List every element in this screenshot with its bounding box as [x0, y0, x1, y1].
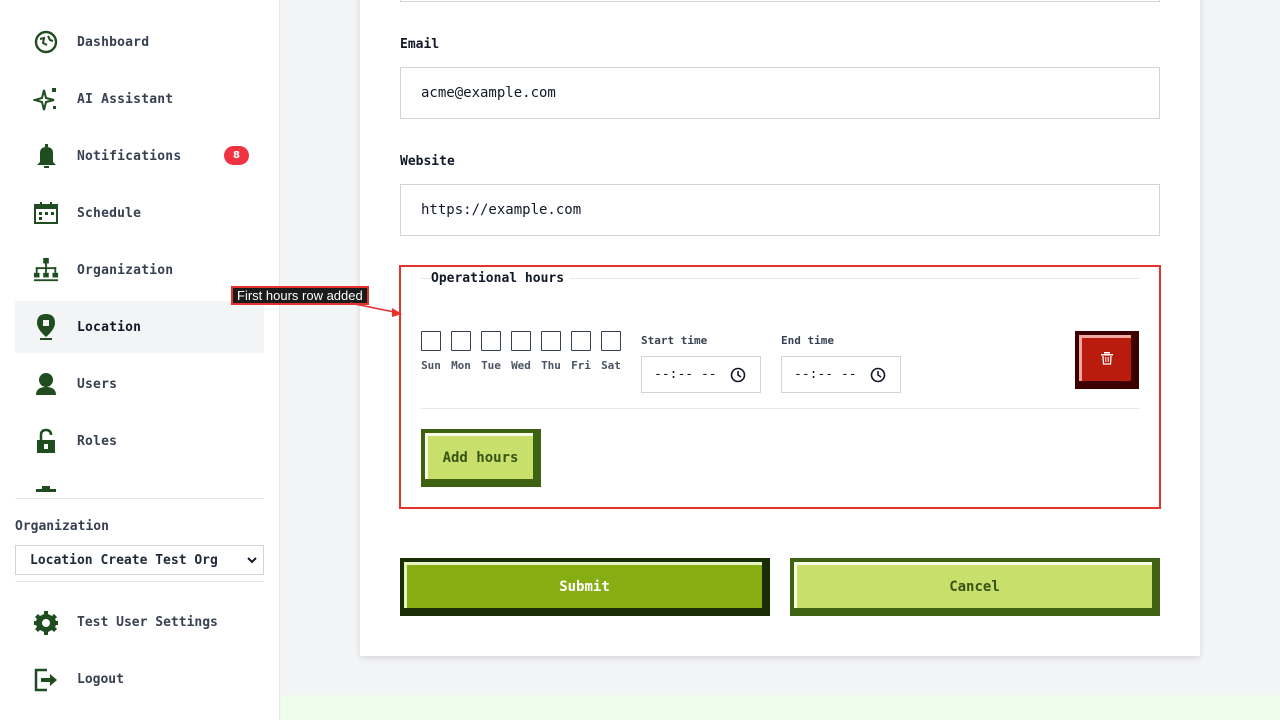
- sidebar-item-label: Test User Settings: [77, 615, 218, 630]
- organization-select[interactable]: Location Create Test Org: [15, 545, 264, 575]
- sidebar-item-label: Schedule: [77, 205, 142, 221]
- day-checkbox-mon[interactable]: Mon: [448, 331, 474, 372]
- clock-icon[interactable]: [730, 367, 746, 387]
- sidebar-divider: [15, 498, 264, 499]
- submit-label: Submit: [404, 562, 762, 608]
- sidebar-item-dashboard[interactable]: Dashboard: [15, 16, 264, 68]
- start-time-value: --:-- --: [654, 367, 717, 382]
- email-value: acme@example.com: [421, 85, 556, 101]
- sidebar-item-partial[interactable]: [15, 472, 264, 498]
- footer-strip: [281, 695, 1280, 720]
- sidebar-item-ai-assistant[interactable]: AI Assistant: [15, 73, 264, 125]
- website-value: https://example.com: [421, 202, 582, 218]
- organization-selected-value: Location Create Test Org: [30, 552, 218, 568]
- checkbox[interactable]: [451, 331, 471, 351]
- clock-icon[interactable]: [870, 367, 886, 387]
- checkbox[interactable]: [511, 331, 531, 351]
- day-checkbox-thu[interactable]: Thu: [538, 331, 564, 372]
- checkbox[interactable]: [571, 331, 591, 351]
- sidebar-item-label: Logout: [77, 672, 124, 687]
- sidebar-item-settings[interactable]: Test User Settings: [15, 597, 264, 649]
- checkbox[interactable]: [601, 331, 621, 351]
- start-time-input[interactable]: --:-- --: [641, 356, 761, 393]
- bell-icon: [33, 143, 59, 169]
- add-hours-label: Add hours: [425, 433, 533, 479]
- website-field[interactable]: https://example.com: [400, 184, 1160, 236]
- sidebar-item-label: Dashboard: [77, 34, 150, 50]
- sidebar-item-roles[interactable]: Roles: [15, 415, 264, 467]
- sidebar-item-label: Users: [77, 376, 118, 392]
- email-label: Email: [400, 37, 440, 52]
- sidebar-divider: [15, 581, 264, 582]
- website-label: Website: [400, 154, 455, 169]
- sidebar-nav[interactable]: Dashboard AI Assistant Notifications 8 S…: [15, 0, 264, 498]
- day-checkbox-tue[interactable]: Tue: [478, 331, 504, 372]
- sidebar-item-label: AI Assistant: [77, 91, 174, 107]
- cancel-label: Cancel: [794, 562, 1152, 608]
- notification-count-badge: 8: [224, 146, 249, 165]
- day-label: Sun: [421, 359, 441, 372]
- sidebar-item-notifications[interactable]: Notifications 8: [15, 130, 264, 182]
- day-checkbox-wed[interactable]: Wed: [508, 331, 534, 372]
- day-label: Mon: [451, 359, 471, 372]
- sparkle-icon: [33, 86, 59, 112]
- checkbox[interactable]: [481, 331, 501, 351]
- sidebar-item-organization[interactable]: Organization: [15, 244, 264, 296]
- sidebar-item-label: Roles: [77, 433, 118, 449]
- start-time-label: Start time: [641, 334, 708, 347]
- trash-icon: [1100, 350, 1114, 369]
- user-icon: [33, 371, 59, 397]
- previous-field-input[interactable]: [400, 0, 1160, 2]
- cancel-button[interactable]: Cancel: [790, 558, 1160, 616]
- lock-icon: [33, 428, 59, 454]
- logout-icon: [33, 667, 59, 693]
- day-label: Fri: [571, 359, 591, 372]
- sidebar-item-users[interactable]: Users: [15, 358, 264, 410]
- day-label: Sat: [601, 359, 621, 372]
- annotation-callout: First hours row added: [231, 286, 369, 305]
- hours-row-divider: [421, 408, 1139, 409]
- sidebar-item-logout[interactable]: Logout: [15, 654, 264, 706]
- sidebar-item-location[interactable]: Location: [15, 301, 264, 353]
- submit-button[interactable]: Submit: [400, 558, 770, 616]
- end-time-input[interactable]: --:-- --: [781, 356, 901, 393]
- calendar-icon: [33, 200, 59, 226]
- day-checkbox-fri[interactable]: Fri: [568, 331, 594, 372]
- day-label: Tue: [481, 359, 501, 372]
- end-time-label: End time: [781, 334, 834, 347]
- add-hours-button[interactable]: Add hours: [421, 429, 541, 487]
- dashboard-icon: [33, 29, 59, 55]
- operational-hours-legend: Operational hours: [431, 271, 571, 286]
- email-field[interactable]: acme@example.com: [400, 67, 1160, 119]
- sidebar-item-label: Location: [77, 319, 142, 335]
- checkbox[interactable]: [541, 331, 561, 351]
- day-label: Wed: [511, 359, 531, 372]
- day-checkbox-sat[interactable]: Sat: [598, 331, 624, 372]
- organization-label: Organization: [15, 519, 109, 534]
- sidebar-item-label: Notifications: [77, 148, 182, 164]
- sidebar-item-schedule[interactable]: Schedule: [15, 187, 264, 239]
- org-chart-icon: [33, 257, 59, 283]
- sidebar: Dashboard AI Assistant Notifications 8 S…: [0, 0, 280, 720]
- checkbox[interactable]: [421, 331, 441, 351]
- sidebar-item-label: Organization: [77, 262, 174, 278]
- day-checkbox-sun[interactable]: Sun: [418, 331, 444, 372]
- location-pin-icon: [33, 314, 59, 340]
- stamp-icon: [33, 485, 59, 498]
- end-time-value: --:-- --: [794, 367, 857, 382]
- gear-icon: [33, 610, 59, 636]
- delete-hours-row-button[interactable]: [1075, 331, 1139, 389]
- day-label: Thu: [541, 359, 561, 372]
- chevron-down-icon: [246, 554, 258, 570]
